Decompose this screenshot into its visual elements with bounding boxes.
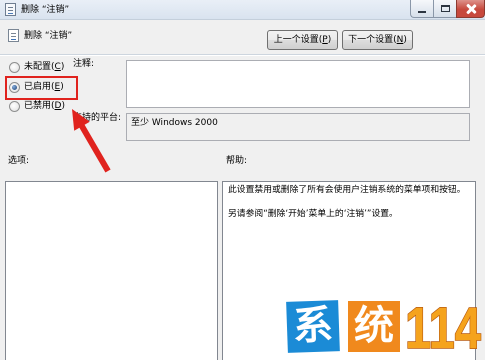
header-divider — [0, 54, 485, 56]
minimize-icon — [418, 10, 426, 13]
close-icon — [466, 4, 476, 14]
radio-disabled[interactable]: 已禁用(D) — [9, 99, 65, 113]
previous-setting-button[interactable]: 上一个设置(P) — [267, 30, 338, 50]
supported-platform-label: 支持的平台: — [73, 113, 122, 123]
window-title: 删除 “注销” — [21, 5, 70, 15]
button-label-text: 下一个设置( — [348, 35, 397, 45]
minimize-button[interactable] — [410, 0, 433, 18]
radio-circle[interactable] — [9, 100, 20, 112]
radio-label-text: 已禁用( — [24, 101, 55, 111]
next-setting-label: 下一个设置(N) — [348, 34, 407, 46]
radio-label-suffix: ) — [61, 101, 65, 111]
help-paragraph: 此设置禁用或删除了所有会使用户注销系统的菜单项和按钮。 — [228, 185, 466, 195]
button-label-suffix: ) — [327, 35, 332, 45]
watermark-char-xi: 系 — [286, 300, 340, 353]
previous-setting-label: 上一个设置(P) — [274, 34, 331, 46]
annotation-highlight-box — [5, 76, 78, 100]
radio-label: 未配置(C) — [24, 61, 64, 73]
watermark-number-text: 114 — [405, 298, 481, 354]
button-label-text: 上一个设置( — [273, 35, 323, 45]
supported-platform-field: 至少 Windows 2000 — [126, 113, 470, 141]
maximize-icon — [440, 5, 450, 12]
options-label: 选项: — [8, 156, 30, 166]
comment-label: 注释: — [73, 59, 95, 69]
radio-circle[interactable] — [9, 61, 20, 73]
policy-setting-icon — [8, 29, 19, 42]
radio-label-suffix: ) — [60, 62, 65, 72]
maximize-button[interactable] — [433, 0, 456, 18]
radio-not-configured[interactable]: 未配置(C) — [9, 60, 64, 74]
help-label: 帮助: — [226, 156, 248, 166]
close-button[interactable] — [456, 0, 485, 18]
comment-textarea[interactable] — [126, 60, 470, 108]
next-setting-button[interactable]: 下一个设置(N) — [342, 30, 413, 50]
radio-label: 已禁用(D) — [24, 100, 65, 112]
supported-platform-value: 至少 Windows 2000 — [131, 118, 218, 128]
group-policy-icon[interactable] — [5, 3, 16, 16]
button-label-suffix: ) — [403, 35, 407, 45]
options-pane[interactable] — [5, 181, 218, 360]
help-paragraph: 另请参阅“删除‘开始’菜单上的‘注销’”设置。 — [228, 209, 398, 219]
watermark-number: 114 — [404, 298, 482, 354]
policy-title: 删除 “注销” — [24, 31, 73, 41]
radio-label-text: 未配置( — [24, 62, 55, 72]
watermark-char-tong: 统 — [348, 301, 400, 352]
